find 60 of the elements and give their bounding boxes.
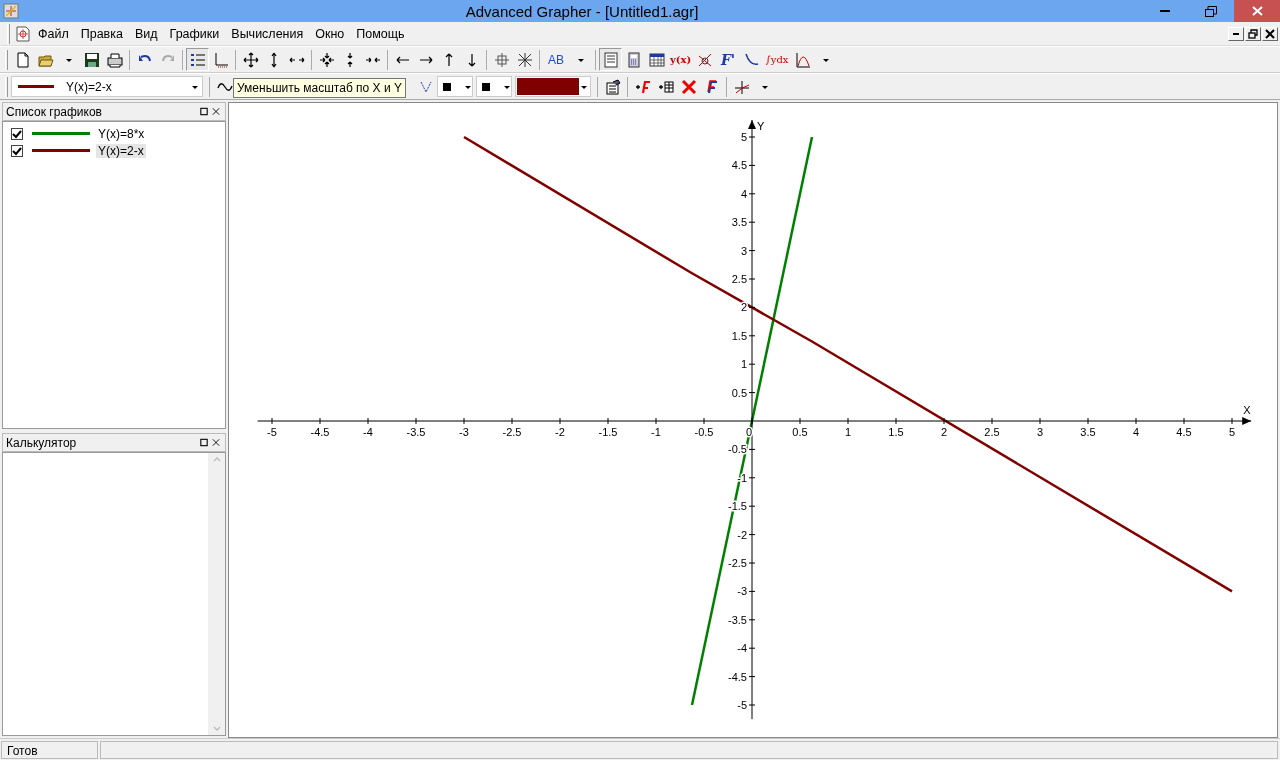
tick-label: 0.5 xyxy=(731,386,747,399)
tick-label: -0.5 xyxy=(694,426,714,438)
menu-item[interactable]: Помощь xyxy=(351,24,410,43)
tick-label: -4 xyxy=(363,426,373,438)
tick-label: 1.5 xyxy=(888,426,904,438)
tick-label: -5 xyxy=(267,426,277,438)
tick-label: 2 xyxy=(940,426,948,438)
tick-label: 3 xyxy=(740,244,747,257)
tick-label: -3.5 xyxy=(406,426,426,438)
tick-label: -2 xyxy=(555,426,565,438)
tick-label: -3 xyxy=(737,585,747,598)
menu-item[interactable]: Окно xyxy=(310,24,350,43)
function-search-button[interactable]: y(x) xyxy=(668,48,693,71)
tick-label: -2.5 xyxy=(728,557,747,569)
tick-label: 2.5 xyxy=(731,273,747,285)
tick-label: -3 xyxy=(459,426,469,438)
graph-list-item[interactable]: Y(x)=8*x xyxy=(96,126,147,141)
tick-label: 3 xyxy=(1036,426,1044,438)
tick-label: 4.5 xyxy=(731,159,747,172)
tick-label: -2 xyxy=(737,528,747,541)
status-text: Готов xyxy=(1,740,98,759)
tick-label: 5 xyxy=(740,131,747,143)
tick-label: -4.5 xyxy=(728,670,747,683)
tick-label: 4 xyxy=(1132,426,1140,438)
graph-list-item[interactable]: Y(x)=2-x xyxy=(96,143,146,158)
menu-item[interactable]: Правка xyxy=(75,24,128,43)
graph-select[interactable]: Y(x)=2-x xyxy=(11,76,203,97)
tick-label: 4.5 xyxy=(1176,426,1192,438)
menu-item[interactable]: Файл xyxy=(33,24,74,43)
tick-label: -4 xyxy=(737,642,747,655)
menu-item[interactable]: Вид xyxy=(129,24,163,43)
tick-label: -5 xyxy=(737,699,747,711)
tick-label: 0.5 xyxy=(792,426,808,438)
tick-label: 4 xyxy=(740,187,747,200)
tick-label: 5 xyxy=(1228,426,1236,438)
tick-label: 1 xyxy=(740,358,747,371)
tooltip: Уменьшить масштаб по X и Y xyxy=(233,78,406,98)
label-button[interactable]: AB xyxy=(543,48,569,71)
panel-title: Калькулятор xyxy=(6,435,78,450)
graph-name: Y(x)=2-x xyxy=(66,79,112,94)
tick-label: 2.5 xyxy=(984,426,1000,438)
tick-label: -3.5 xyxy=(728,613,747,626)
tick-label: 3.5 xyxy=(1080,426,1096,438)
tick-label: -1 xyxy=(651,426,661,438)
tick-label: -1.5 xyxy=(598,426,618,438)
window-title: Advanced Grapher - [Untitled1.agr] xyxy=(464,2,700,20)
menu-item[interactable]: Графики xyxy=(164,24,225,43)
axis-label: Y xyxy=(757,119,765,132)
menu-item[interactable]: Вычисления xyxy=(226,24,309,43)
tick-label: -4.5 xyxy=(310,426,330,438)
integral-button[interactable]: ∫ydx xyxy=(763,48,791,71)
tick-label: 2 xyxy=(740,301,747,314)
derivative-button[interactable]: F' xyxy=(716,48,740,71)
axis-label: X xyxy=(1243,404,1251,416)
panel-title: Список графиков xyxy=(6,104,103,119)
tick-label: 1 xyxy=(844,426,852,438)
tick-label: 3.5 xyxy=(731,216,747,229)
tick-label: -2.5 xyxy=(502,426,522,438)
tick-label: 1.5 xyxy=(731,329,747,342)
tick-label: 0 xyxy=(745,426,753,438)
